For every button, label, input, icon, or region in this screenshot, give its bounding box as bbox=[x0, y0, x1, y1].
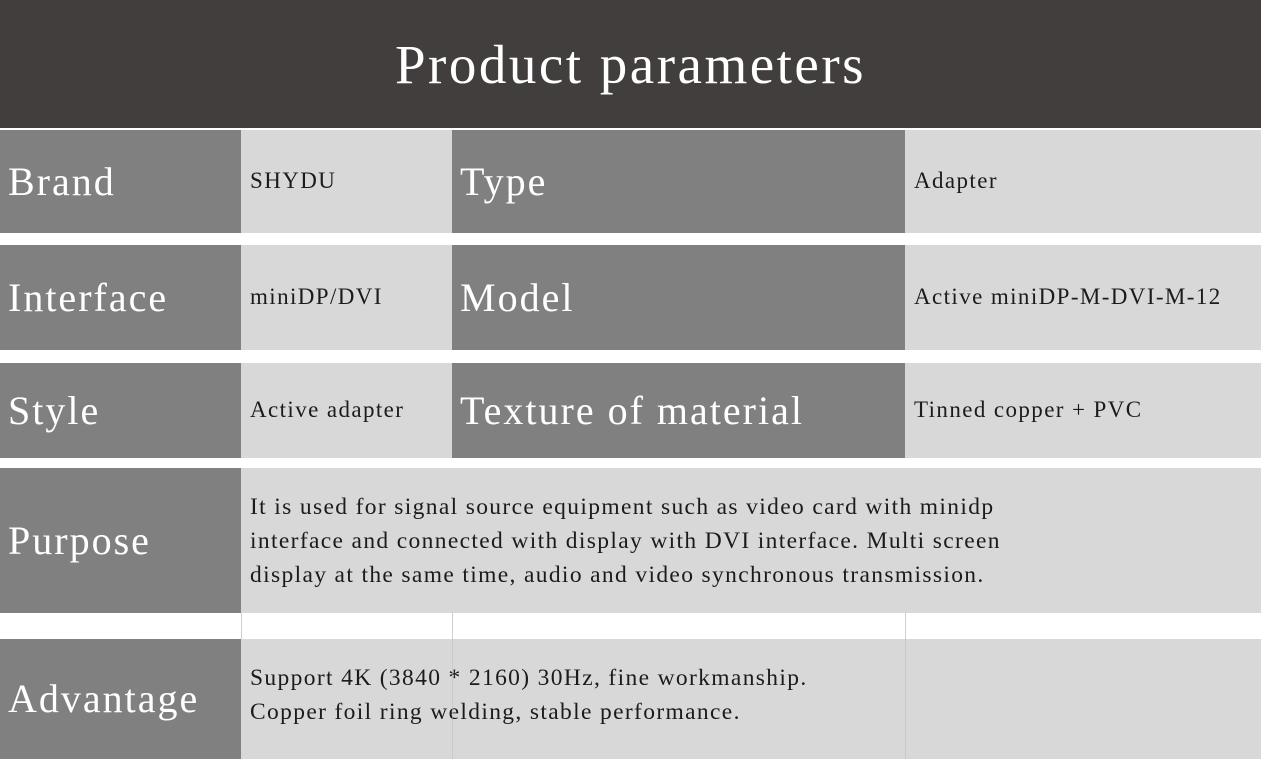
label-text: Advantage bbox=[8, 676, 200, 721]
grid-seam bbox=[452, 639, 453, 759]
label-text: Texture of material bbox=[460, 387, 804, 433]
row-purpose-value: It is used for signal source equipment s… bbox=[241, 468, 1261, 613]
grid-seam bbox=[452, 613, 453, 639]
grid-seam bbox=[905, 613, 906, 639]
value-text: Active adapter bbox=[250, 397, 405, 423]
row-advantage-value: Support 4K (3840 * 2160) 30Hz, fine work… bbox=[241, 639, 1261, 759]
label-text: Interface bbox=[8, 274, 169, 320]
label-text: Type bbox=[460, 158, 548, 204]
value-text: Tinned copper + PVC bbox=[914, 397, 1143, 423]
row-type-label: Type bbox=[452, 130, 905, 233]
product-parameters-table: Product parameters Brand SHYDU Type Adap… bbox=[0, 0, 1261, 759]
row-type-value: Adapter bbox=[905, 130, 1261, 233]
row-texture-value: Tinned copper + PVC bbox=[905, 363, 1261, 458]
grid-seam bbox=[241, 613, 242, 639]
page-title: Product parameters bbox=[394, 33, 867, 95]
row-brand-label: Brand bbox=[0, 130, 241, 233]
label-text: Model bbox=[460, 274, 575, 320]
grid-seam bbox=[905, 639, 906, 759]
table-title-banner: Product parameters bbox=[0, 0, 1261, 128]
value-text: miniDP/DVI bbox=[250, 284, 383, 310]
row-texture-label: Texture of material bbox=[452, 363, 905, 458]
row-purpose-label: Purpose bbox=[0, 468, 241, 613]
label-text: Style bbox=[8, 387, 101, 433]
value-text: SHYDU bbox=[250, 168, 337, 194]
row-interface-label: Interface bbox=[0, 245, 241, 350]
label-text: Brand bbox=[8, 158, 116, 204]
row-style-label: Style bbox=[0, 363, 241, 458]
value-text: Active miniDP-M-DVI-M-12 bbox=[914, 284, 1222, 310]
row-interface-value: miniDP/DVI bbox=[241, 245, 452, 350]
value-text: Support 4K (3840 * 2160) 30Hz, fine work… bbox=[250, 665, 808, 725]
label-text: Purpose bbox=[8, 517, 151, 563]
row-brand-value: SHYDU bbox=[241, 130, 452, 233]
value-text: Adapter bbox=[914, 168, 998, 194]
row-model-value: Active miniDP-M-DVI-M-12 bbox=[905, 245, 1261, 350]
row-model-label: Model bbox=[452, 245, 905, 350]
row-advantage-label: Advantage bbox=[0, 639, 241, 759]
value-text: It is used for signal source equipment s… bbox=[250, 493, 1001, 588]
row-style-value: Active adapter bbox=[241, 363, 452, 458]
